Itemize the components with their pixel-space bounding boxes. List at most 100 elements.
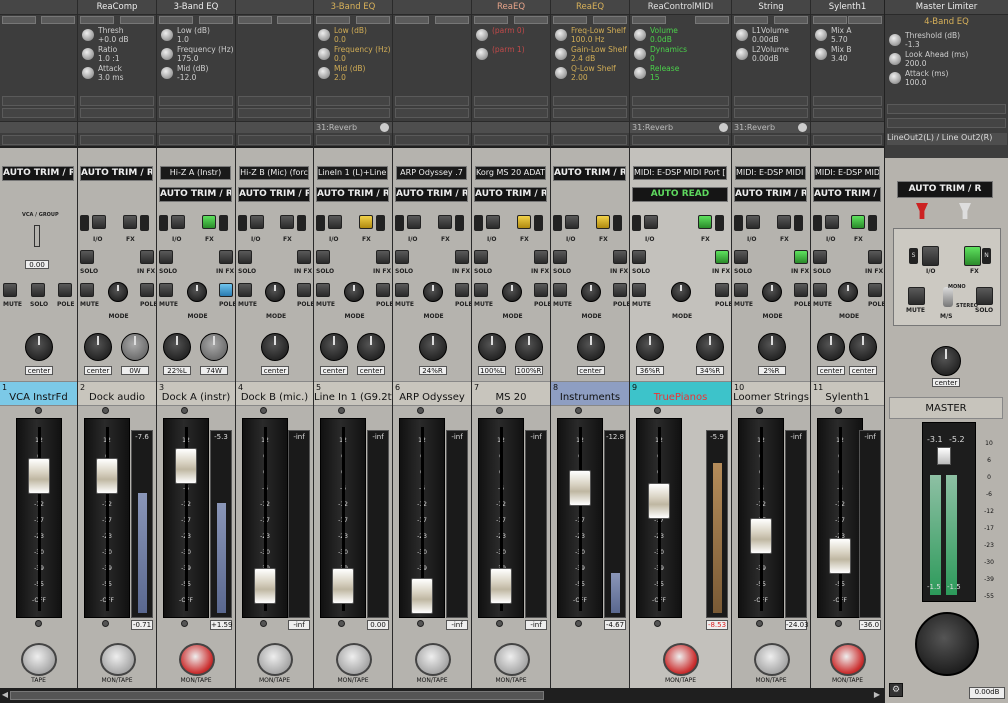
fader-cap[interactable]: [569, 470, 591, 506]
pole-button[interactable]: [715, 283, 729, 297]
pan-knob[interactable]: [418, 333, 447, 361]
fx-slot[interactable]: [632, 135, 729, 145]
s-button[interactable]: [813, 215, 822, 231]
mute-button[interactable]: [474, 283, 488, 297]
master-auto-mode[interactable]: AUTO TRIM / R: [897, 181, 993, 198]
n-button[interactable]: [140, 215, 149, 231]
fx-slot[interactable]: [316, 96, 390, 106]
master-fx-slot[interactable]: [887, 118, 1006, 128]
gear-icon[interactable]: ⚙: [889, 683, 903, 697]
fx-scroll-up[interactable]: [734, 16, 768, 24]
infx-button[interactable]: [219, 250, 233, 264]
fx-name[interactable]: ReaComp: [78, 0, 156, 15]
mon-tape-button[interactable]: [753, 643, 790, 676]
param-knob[interactable]: [476, 29, 488, 41]
automation-mode[interactable]: AUTO READ: [632, 187, 728, 202]
solo-button[interactable]: [553, 250, 567, 264]
master-routing[interactable]: LineOut2(L) / Line Out2(R): [887, 133, 1007, 145]
fx-slot[interactable]: [474, 108, 548, 118]
pole-button[interactable]: [58, 283, 72, 297]
fader-cap[interactable]: [254, 568, 276, 604]
fx-button[interactable]: [698, 215, 712, 229]
param-knob[interactable]: [161, 48, 173, 60]
pole-button[interactable]: [219, 283, 233, 297]
n-button[interactable]: [219, 215, 228, 231]
input-select[interactable]: ARP Odyssey .7: [396, 166, 467, 180]
io-button[interactable]: [486, 215, 500, 229]
input-select[interactable]: MIDI: E-DSP MIDI: [814, 166, 880, 180]
track-name-bar[interactable]: 11 Sylenth1: [811, 381, 884, 406]
fx-slot[interactable]: [80, 96, 154, 106]
send-knob[interactable]: [798, 123, 807, 132]
s-button[interactable]: [553, 215, 562, 231]
fx-slot[interactable]: [316, 108, 390, 118]
input-select[interactable]: MIDI: E-DSP MIDI I: [735, 166, 806, 180]
mon-tape-button[interactable]: [335, 643, 372, 676]
mon-tape-button[interactable]: [663, 643, 699, 676]
param-knob[interactable]: [82, 48, 94, 60]
width-knob[interactable]: [515, 333, 543, 361]
s-button[interactable]: [474, 215, 483, 231]
solo-button[interactable]: [734, 250, 748, 264]
param-knob[interactable]: [318, 48, 330, 60]
param-knob[interactable]: [634, 29, 646, 41]
fx-scroll-down[interactable]: [695, 16, 729, 24]
infx-button[interactable]: [140, 250, 154, 264]
mute-button[interactable]: [395, 283, 409, 297]
track-name-bar[interactable]: 5 Line In 1 (G9.2tt: [314, 381, 392, 406]
mode-knob[interactable]: [422, 282, 443, 302]
fx-slot[interactable]: [553, 135, 627, 145]
width-knob[interactable]: [200, 333, 228, 361]
infx-button[interactable]: [613, 250, 627, 264]
fx-slot[interactable]: [632, 96, 729, 106]
automation-mode[interactable]: AUTO TRIM / R: [80, 166, 153, 181]
master-solo-button[interactable]: [976, 287, 993, 305]
master-fx-button[interactable]: [964, 246, 981, 266]
mixer-scrollbar[interactable]: ◀ ▶: [0, 688, 884, 703]
width-knob[interactable]: [357, 333, 385, 361]
param-knob[interactable]: [889, 34, 901, 46]
fx-slot[interactable]: [734, 135, 808, 145]
param-knob[interactable]: [555, 48, 567, 60]
n-button[interactable]: [794, 215, 803, 231]
pan-knob[interactable]: [817, 333, 845, 361]
fx-scroll-up[interactable]: [632, 16, 666, 24]
infx-button[interactable]: [455, 250, 469, 264]
fx-button[interactable]: [517, 215, 531, 229]
s-button[interactable]: [316, 215, 325, 231]
mon-tape-button[interactable]: [257, 643, 293, 676]
infx-button[interactable]: [376, 250, 390, 264]
fx-scroll-up[interactable]: [2, 16, 36, 24]
fx-slot[interactable]: [395, 96, 469, 106]
automation-mode[interactable]: AUTO TRIM / R: [734, 187, 807, 202]
infx-button[interactable]: [534, 250, 548, 264]
fx-scroll-up[interactable]: [238, 16, 272, 24]
fx-slot[interactable]: [553, 108, 627, 118]
master-pan-knob[interactable]: [931, 346, 961, 376]
send-knob[interactable]: [380, 123, 389, 132]
pole-button[interactable]: [297, 283, 311, 297]
fader-cap[interactable]: [829, 538, 851, 574]
pole-button[interactable]: [794, 283, 808, 297]
fx-scroll-up[interactable]: [159, 16, 193, 24]
send-slot[interactable]: 31:Reverb: [630, 121, 731, 133]
io-button[interactable]: [171, 215, 185, 229]
pan-knob[interactable]: [25, 333, 53, 361]
mute-button[interactable]: [80, 283, 94, 297]
param-knob[interactable]: [82, 67, 94, 79]
fx-scroll-down[interactable]: [848, 16, 882, 24]
master-fx-name[interactable]: Master Limiter: [885, 0, 1008, 15]
s-button[interactable]: [159, 215, 168, 231]
automation-mode[interactable]: AUTO TRIM / R: [2, 166, 74, 181]
mode-knob[interactable]: [501, 282, 522, 302]
scrollbar-thumb[interactable]: [10, 691, 544, 700]
pan-knob[interactable]: [576, 333, 605, 361]
fx-slot[interactable]: [474, 135, 548, 145]
io-button[interactable]: [644, 215, 658, 229]
mode-knob[interactable]: [265, 282, 285, 302]
track-name-bar[interactable]: 10 Loomer Strings: [732, 381, 810, 406]
fx-button[interactable]: [359, 215, 373, 229]
fx-scroll-up[interactable]: [316, 16, 350, 24]
master-fx-scroll[interactable]: [887, 104, 1006, 114]
n-button[interactable]: [868, 215, 877, 231]
